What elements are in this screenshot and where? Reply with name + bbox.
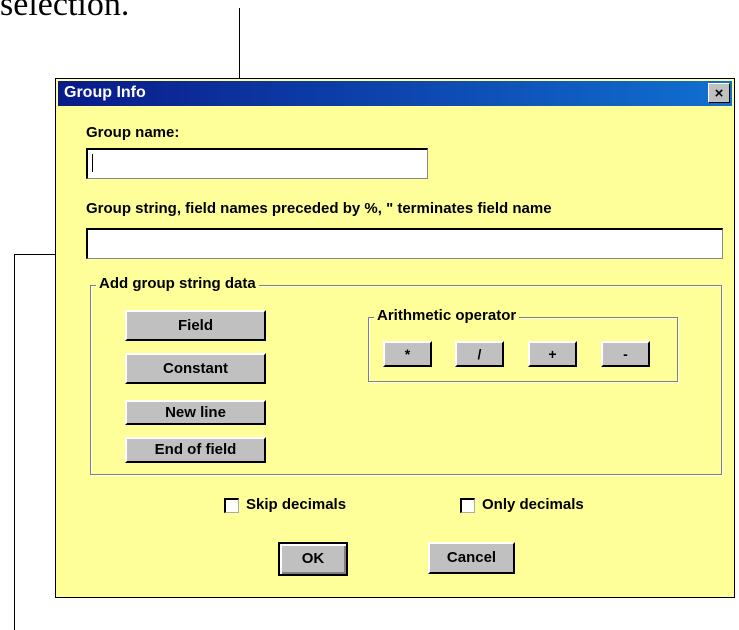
group-info-dialog: Group Info × Group name: Group string, f… bbox=[55, 78, 735, 598]
window-title: Group Info bbox=[64, 84, 146, 101]
minus-button[interactable]: - bbox=[601, 341, 650, 367]
only-decimals-checkbox[interactable] bbox=[460, 498, 475, 513]
plus-button-label: + bbox=[548, 346, 557, 362]
ok-button-label: OK bbox=[301, 550, 325, 567]
group-string-label: Group string, field names preceded by %,… bbox=[86, 200, 552, 217]
new-line-button[interactable]: New line bbox=[125, 400, 266, 425]
ok-button[interactable]: OK bbox=[278, 542, 348, 576]
multiply-button-label: * bbox=[404, 346, 411, 362]
title-bar[interactable]: Group Info × bbox=[58, 81, 732, 106]
skip-decimals-checkbox[interactable] bbox=[224, 498, 239, 513]
close-button[interactable]: × bbox=[708, 83, 730, 103]
leader-line-left bbox=[14, 254, 15, 630]
cancel-button-label: Cancel bbox=[446, 549, 497, 566]
caption-text: selection. bbox=[0, 0, 130, 23]
skip-decimals-label[interactable]: Skip decimals bbox=[246, 496, 346, 513]
constant-button-label: Constant bbox=[163, 360, 228, 377]
group-name-label: Group name: bbox=[86, 124, 180, 141]
field-button-label: Field bbox=[177, 317, 213, 334]
group-string-input[interactable] bbox=[86, 228, 723, 259]
constant-button[interactable]: Constant bbox=[125, 353, 266, 384]
multiply-button[interactable]: * bbox=[383, 341, 432, 367]
group-name-input[interactable] bbox=[86, 148, 428, 179]
plus-button[interactable]: + bbox=[528, 341, 577, 367]
arithmetic-operator-title: Arithmetic operator bbox=[374, 307, 520, 324]
only-decimals-label[interactable]: Only decimals bbox=[482, 496, 584, 513]
divide-button[interactable]: / bbox=[455, 341, 504, 367]
text-caret bbox=[92, 154, 93, 172]
new-line-button-label: New line bbox=[165, 404, 226, 421]
close-icon: × bbox=[714, 85, 724, 102]
end-of-field-button-label: End of field bbox=[154, 441, 237, 458]
end-of-field-button[interactable]: End of field bbox=[125, 437, 266, 463]
add-group-string-data-title: Add group string data bbox=[96, 275, 259, 292]
divide-button-label: / bbox=[477, 346, 482, 362]
minus-button-label: - bbox=[623, 346, 628, 362]
cancel-button[interactable]: Cancel bbox=[428, 542, 515, 574]
field-button[interactable]: Field bbox=[125, 310, 266, 341]
